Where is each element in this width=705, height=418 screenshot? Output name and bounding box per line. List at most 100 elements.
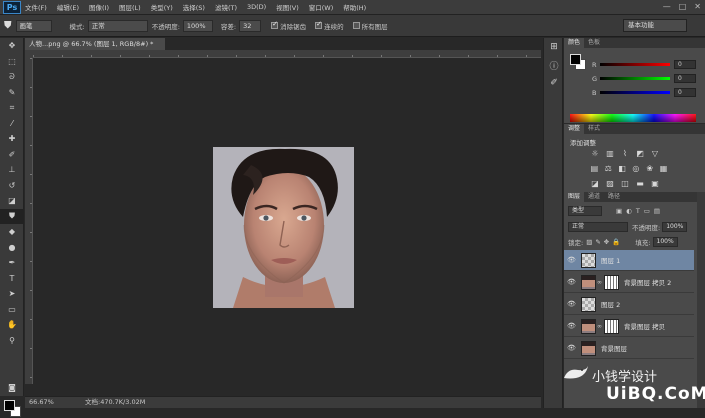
- menu-select[interactable]: 选择(S): [183, 2, 205, 12]
- tab-styles[interactable]: 样式: [584, 124, 604, 134]
- document-tab[interactable]: 人物...png @ 66.7% (图层 1, RGB/8#) *: [25, 38, 165, 50]
- filter-icons[interactable]: ▣◐T▭▤: [616, 207, 664, 215]
- blue-slider[interactable]: [600, 91, 670, 94]
- blur-tool-icon[interactable]: ◆: [0, 224, 24, 240]
- all-layers-checkbox[interactable]: [352, 22, 360, 29]
- dodge-tool-icon[interactable]: ●: [0, 240, 24, 256]
- levels-icon[interactable]: ▥: [605, 149, 615, 159]
- blend-mode-select[interactable]: 正常: [568, 221, 628, 232]
- menu-layer[interactable]: 图层(L): [119, 2, 141, 12]
- hue-saturation-icon[interactable]: ▤: [590, 164, 599, 174]
- fill-input[interactable]: 100%: [652, 236, 678, 247]
- menu-filter[interactable]: 滤镜(T): [215, 2, 237, 12]
- layer-filter-select[interactable]: 类型: [568, 205, 602, 216]
- menu-window[interactable]: 窗口(W): [309, 2, 334, 12]
- minimize-button[interactable]: —: [663, 2, 671, 11]
- layer-mask-thumbnail[interactable]: [604, 274, 619, 290]
- menu-file[interactable]: 文件(F): [25, 2, 47, 12]
- layer-name[interactable]: 背景图层: [601, 343, 627, 353]
- move-tool-icon[interactable]: ✥: [0, 38, 24, 54]
- visibility-eye-icon[interactable]: 👁: [567, 322, 577, 330]
- brush-panel-icon[interactable]: ✐: [544, 74, 564, 92]
- lock-icons[interactable]: ▨✎✥🔒: [586, 238, 623, 246]
- visibility-eye-icon[interactable]: 👁: [567, 278, 577, 286]
- selective-color-icon[interactable]: ▣: [650, 179, 660, 189]
- maximize-button[interactable]: □: [679, 2, 687, 11]
- marquee-tool-icon[interactable]: ⬚: [0, 54, 24, 70]
- eraser-tool-icon[interactable]: ◪: [0, 193, 24, 209]
- layer-row[interactable]: 👁 ∞ 背景图层 拷贝 2: [564, 272, 694, 293]
- color-lookup-icon[interactable]: ▦: [659, 164, 668, 174]
- blue-value-input[interactable]: 0: [674, 88, 696, 97]
- menu-help[interactable]: 帮助(H): [343, 2, 366, 12]
- info-panel-icon[interactable]: ⓘ: [544, 56, 564, 74]
- contiguous-checkbox[interactable]: [315, 20, 323, 29]
- mode-select[interactable]: 正常: [87, 19, 148, 32]
- photo-filter-icon[interactable]: ◎: [631, 164, 640, 174]
- visibility-eye-icon[interactable]: 👁: [567, 344, 577, 352]
- visibility-eye-icon[interactable]: 👁: [567, 256, 577, 264]
- tab-paths[interactable]: 路径: [604, 192, 624, 202]
- curves-icon[interactable]: ⌇: [620, 149, 630, 159]
- tab-layers[interactable]: 图层: [564, 192, 585, 202]
- history-brush-tool-icon[interactable]: ↺: [0, 178, 24, 194]
- menu-3d[interactable]: 3D(D): [247, 3, 266, 11]
- green-slider[interactable]: [600, 77, 670, 80]
- gradient-map-icon[interactable]: ▬: [635, 179, 645, 189]
- color-spectrum-bar[interactable]: [570, 114, 696, 122]
- hand-tool-icon[interactable]: ✋: [0, 317, 24, 333]
- layer-name[interactable]: 背景图层 拷贝: [624, 321, 665, 331]
- path-select-tool-icon[interactable]: ➤: [0, 286, 24, 302]
- threshold-icon[interactable]: ◫: [620, 179, 630, 189]
- red-slider[interactable]: [600, 63, 670, 66]
- tab-adjustments[interactable]: 调整: [564, 124, 585, 134]
- eyedropper-tool-icon[interactable]: ⁄: [0, 116, 24, 132]
- channel-mixer-icon[interactable]: ❀: [645, 164, 654, 174]
- layer-name[interactable]: 背景图层 拷贝 2: [624, 277, 671, 287]
- zoom-tool-icon[interactable]: ⚲: [0, 333, 24, 349]
- color-swatches[interactable]: [4, 400, 22, 418]
- tab-swatches[interactable]: 色板: [584, 38, 604, 48]
- clone-stamp-tool-icon[interactable]: ⊥: [0, 162, 24, 178]
- red-value-input[interactable]: 0: [674, 60, 696, 69]
- menu-image[interactable]: 图像(I): [89, 2, 109, 12]
- zoom-level[interactable]: 66.67%: [29, 397, 54, 408]
- brightness-icon[interactable]: ☼: [590, 149, 600, 159]
- antialias-checkbox[interactable]: [271, 20, 279, 29]
- layer-row[interactable]: 👁 图层 2: [564, 294, 694, 315]
- layer-row[interactable]: 👁 ∞ 背景图层 拷贝: [564, 316, 694, 337]
- vibrance-icon[interactable]: ▽: [650, 149, 660, 159]
- posterize-icon[interactable]: ▨: [605, 179, 615, 189]
- visibility-eye-icon[interactable]: 👁: [567, 300, 577, 308]
- pen-tool-icon[interactable]: ✒: [0, 255, 24, 271]
- layer-row[interactable]: 👁 图层 1: [564, 250, 694, 271]
- layer-mask-thumbnail[interactable]: [604, 318, 619, 334]
- exposure-icon[interactable]: ◩: [635, 149, 645, 159]
- tab-channels[interactable]: 通道: [584, 192, 604, 202]
- layer-row[interactable]: 👁 背景图层: [564, 338, 694, 359]
- shape-tool-icon[interactable]: ▭: [0, 302, 24, 318]
- tab-color[interactable]: 颜色: [564, 38, 585, 48]
- workspace-select[interactable]: 基本功能: [623, 19, 687, 32]
- layer-opacity-input[interactable]: 100%: [662, 221, 688, 232]
- lasso-tool-icon[interactable]: ᘐ: [0, 69, 24, 85]
- fill-source-select[interactable]: 画笔: [15, 19, 52, 32]
- type-tool-icon[interactable]: T: [0, 271, 24, 287]
- layer-name[interactable]: 图层 2: [601, 299, 620, 309]
- crop-tool-icon[interactable]: ⌗: [0, 100, 24, 116]
- paint-bucket-tool-icon-active[interactable]: ⛊: [0, 208, 24, 224]
- healing-brush-tool-icon[interactable]: ✚: [0, 131, 24, 147]
- history-panel-icon[interactable]: ⊞: [544, 38, 564, 56]
- menu-view[interactable]: 视图(V): [276, 2, 299, 12]
- menu-type[interactable]: 类型(Y): [151, 2, 173, 12]
- opacity-input[interactable]: 100%: [182, 19, 213, 32]
- invert-icon[interactable]: ◪: [590, 179, 600, 189]
- quick-select-tool-icon[interactable]: ✎: [0, 85, 24, 101]
- close-button[interactable]: ✕: [694, 2, 701, 11]
- layer-name[interactable]: 图层 1: [601, 255, 620, 265]
- quick-mask-icon[interactable]: ◙: [0, 380, 24, 396]
- green-value-input[interactable]: 0: [674, 74, 696, 83]
- portrait-canvas-image[interactable]: [213, 147, 354, 308]
- color-balance-icon[interactable]: ⚖: [604, 164, 613, 174]
- panel-foreground-swatch[interactable]: [570, 54, 581, 65]
